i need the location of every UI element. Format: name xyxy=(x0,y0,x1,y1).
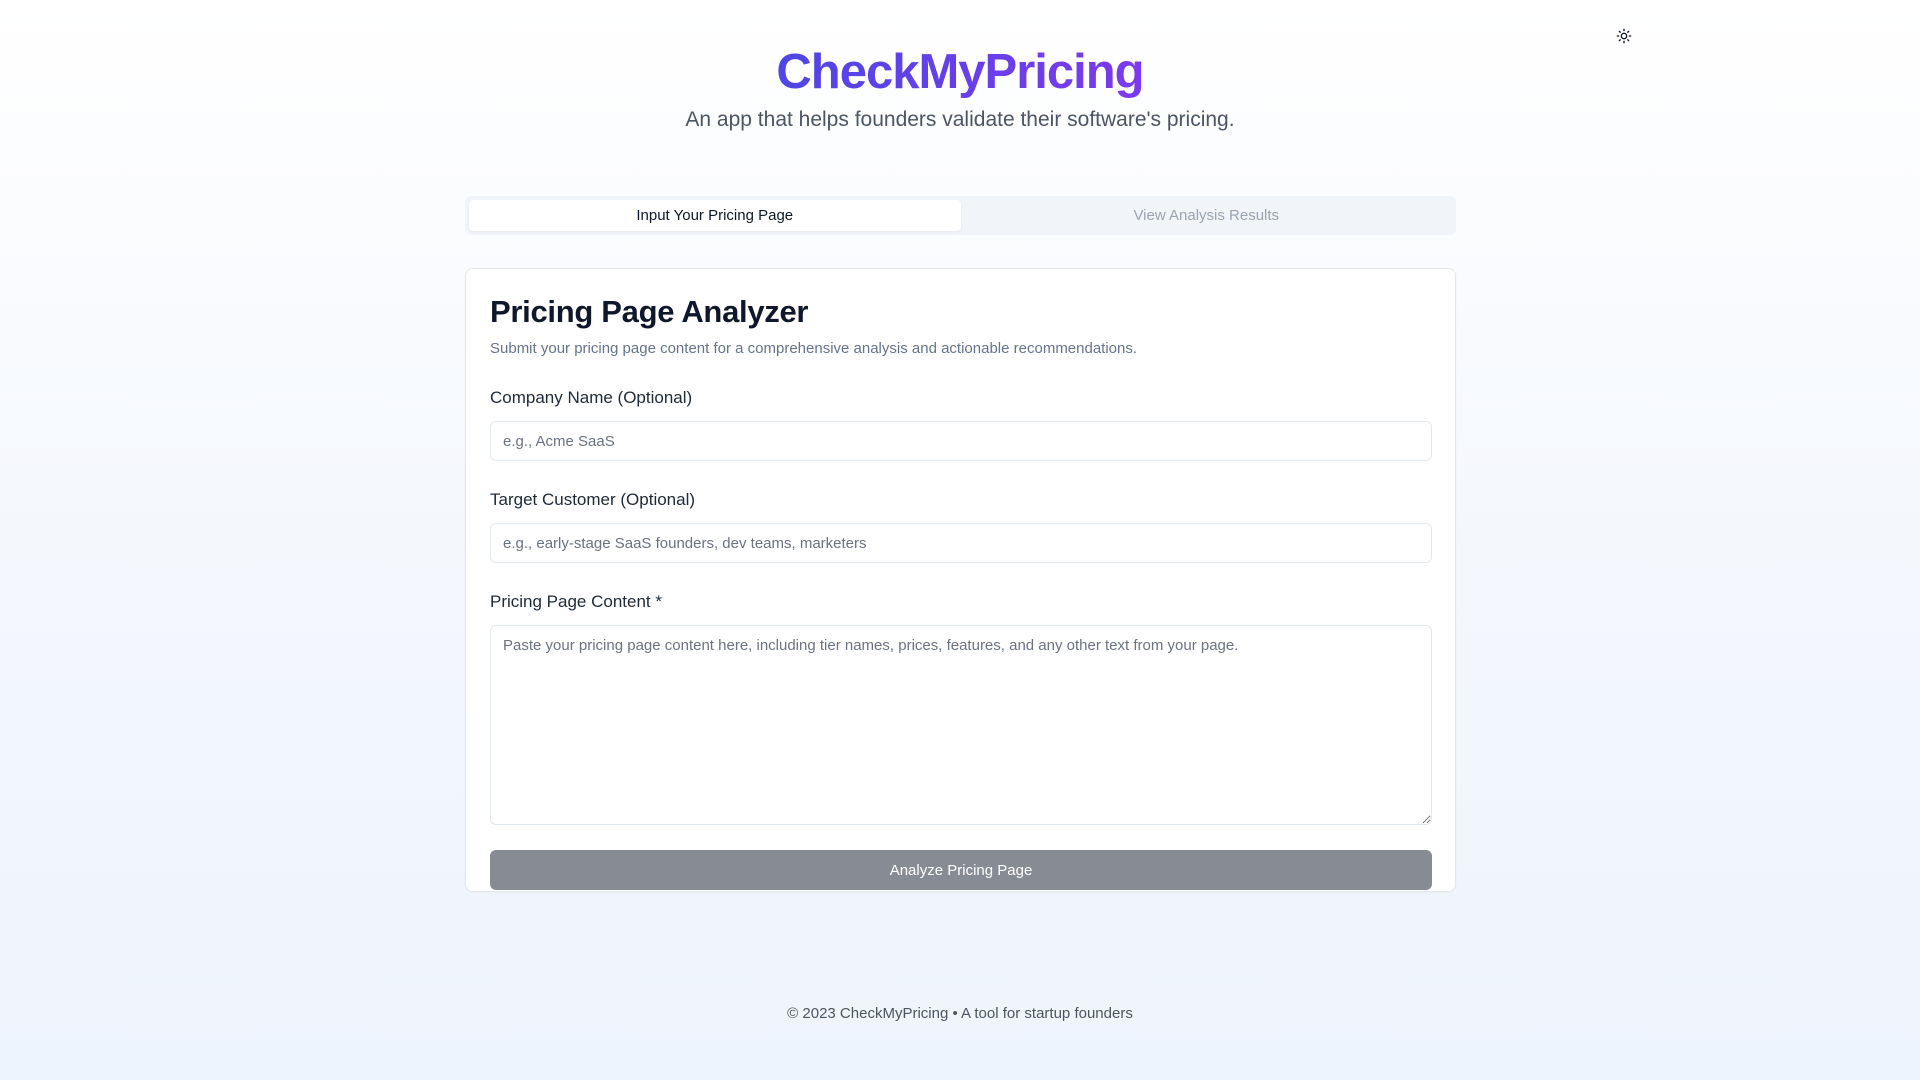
customer-field-group: Target Customer (Optional) xyxy=(490,489,1432,563)
company-name-label: Company Name (Optional) xyxy=(490,388,693,407)
target-customer-input[interactable] xyxy=(490,523,1432,563)
company-field-group: Company Name (Optional) xyxy=(490,387,1432,461)
pricing-content-label: Pricing Page Content * xyxy=(490,592,662,611)
tab-input-pricing-page[interactable]: Input Your Pricing Page xyxy=(469,200,961,231)
analyze-pricing-button[interactable]: Analyze Pricing Page xyxy=(490,850,1432,890)
tab-view-analysis-results[interactable]: View Analysis Results xyxy=(961,200,1453,231)
tab-list: Input Your Pricing Page View Analysis Re… xyxy=(465,196,1456,235)
target-customer-label: Target Customer (Optional) xyxy=(490,490,696,509)
analyzer-card: Pricing Page Analyzer Submit your pricin… xyxy=(465,268,1456,892)
card-title: Pricing Page Analyzer xyxy=(490,294,809,329)
pricing-content-textarea[interactable] xyxy=(490,625,1432,825)
company-name-input[interactable] xyxy=(490,421,1432,461)
content-field-group: Pricing Page Content * xyxy=(490,591,1432,830)
app-title: CheckMyPricing xyxy=(776,42,1144,102)
card-description: Submit your pricing page content for a c… xyxy=(490,340,1138,357)
page-header: CheckMyPricing An app that helps founder… xyxy=(0,42,1920,134)
page-footer: © 2023 CheckMyPricing • A tool for start… xyxy=(787,1005,1133,1022)
app-subtitle: An app that helps founders validate thei… xyxy=(685,108,1235,131)
